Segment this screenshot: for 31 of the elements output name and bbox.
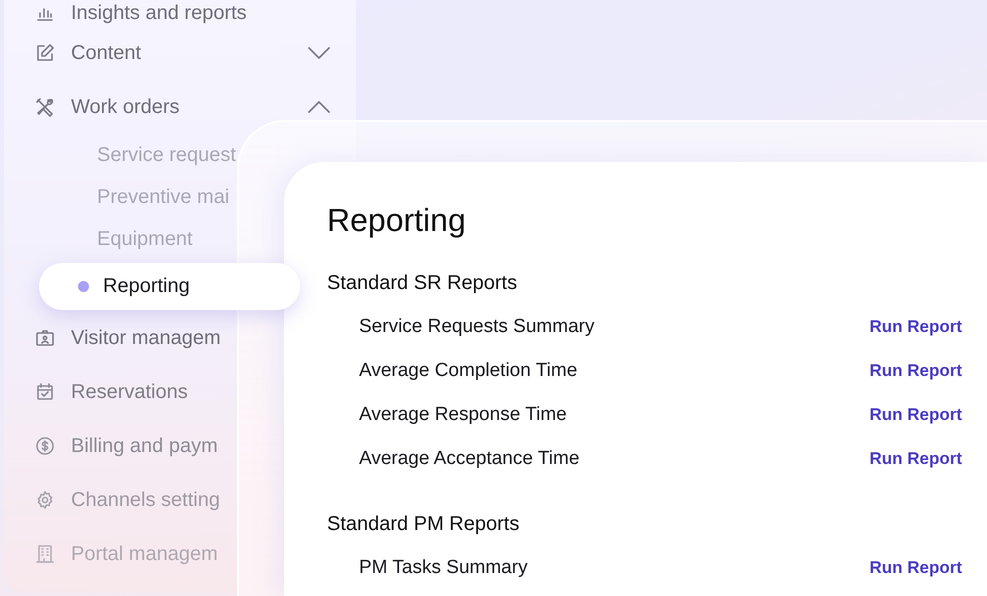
sub-nav-item[interactable]: Reporting xyxy=(39,263,300,310)
dollar-icon xyxy=(35,436,55,456)
page-title: Reporting xyxy=(327,201,466,240)
run-report-link[interactable]: Run Report xyxy=(869,405,962,425)
chevron-up-icon[interactable] xyxy=(308,101,330,113)
settings-icon xyxy=(35,490,55,510)
nav-item[interactable]: Channels setting xyxy=(71,488,220,512)
building-icon xyxy=(35,544,55,564)
nav-item[interactable]: Work orders xyxy=(71,96,180,118)
report-name: Average Completion Time xyxy=(359,360,578,382)
report-name: Average Response Time xyxy=(359,404,567,426)
nav-item[interactable]: Content xyxy=(71,42,142,64)
chevron-down-icon[interactable] xyxy=(308,47,330,59)
active-dot xyxy=(78,281,89,292)
edit-icon xyxy=(35,43,55,63)
section-heading: Standard SR Reports xyxy=(327,271,518,296)
nav-item[interactable]: Visitor managem xyxy=(71,326,221,350)
run-report-link[interactable]: Run Report xyxy=(869,449,962,469)
id-badge-icon xyxy=(35,328,55,348)
nav-item[interactable]: Insights and reports xyxy=(71,2,247,24)
report-name: Average Acceptance Time xyxy=(359,448,580,470)
report-name: Service Requests Summary xyxy=(359,316,594,338)
calendar-icon xyxy=(35,382,55,402)
run-report-link[interactable]: Run Report xyxy=(869,558,962,578)
section-heading: Standard PM Reports xyxy=(327,512,520,537)
report-name: PM Tasks Summary xyxy=(359,557,528,579)
nav-item[interactable]: Billing and paym xyxy=(71,434,218,458)
nav-item[interactable]: Reservations xyxy=(71,380,188,404)
run-report-link[interactable]: Run Report xyxy=(869,317,962,337)
tools-icon xyxy=(35,97,55,117)
run-report-link[interactable]: Run Report xyxy=(869,361,962,381)
